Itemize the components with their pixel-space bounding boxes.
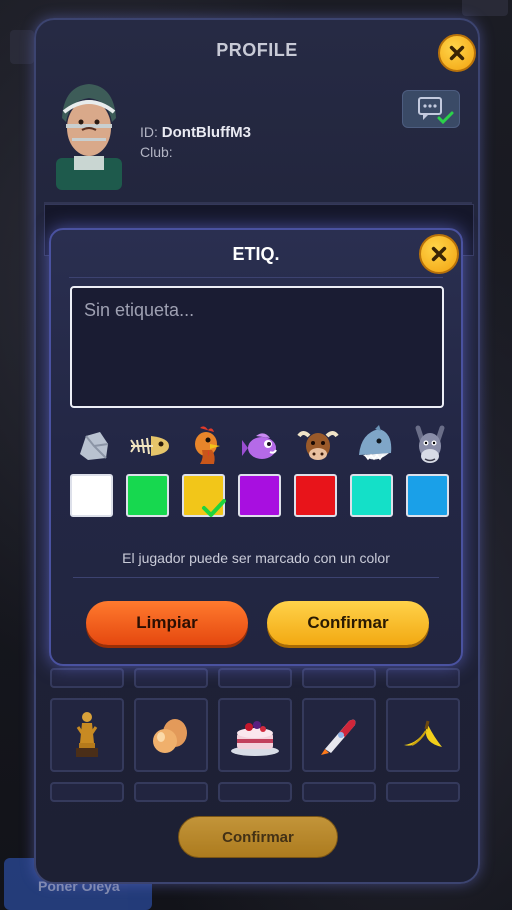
gift-cell	[302, 782, 376, 802]
avatar	[52, 78, 126, 190]
gift-cell	[218, 668, 292, 688]
cake-icon	[231, 721, 279, 756]
color-hint-text: El jugador puede ser marcado con un colo…	[122, 550, 390, 566]
gift-cell-rocket[interactable]	[302, 698, 376, 772]
clear-button[interactable]: Limpiar	[86, 601, 248, 645]
color-swatch[interactable]	[182, 474, 226, 517]
chat-icon	[418, 97, 454, 125]
profile-close-button[interactable]	[438, 34, 476, 72]
gift-grid-row-bottom	[50, 782, 460, 802]
chat-button[interactable]	[402, 90, 460, 128]
etiq-title: ETIQ.	[232, 244, 280, 264]
close-icon	[421, 236, 457, 272]
gift-cell	[134, 668, 208, 688]
color-swatch[interactable]	[70, 474, 113, 517]
color-swatch[interactable]	[126, 474, 169, 517]
animal-icon-row	[73, 424, 451, 468]
color-swatch[interactable]	[406, 474, 449, 517]
banana-peel-icon	[404, 720, 442, 747]
gift-cell-banana[interactable]	[386, 698, 460, 772]
chicken-icon[interactable]	[185, 424, 227, 468]
close-icon	[440, 36, 474, 70]
color-swatch[interactable]	[350, 474, 393, 517]
gift-grid-row	[50, 698, 460, 772]
confirm-button[interactable]: Confirmar	[267, 601, 429, 645]
tag-text-input[interactable]: Sin etiqueta...	[70, 286, 444, 408]
egg-icon	[153, 719, 187, 753]
username: DontBluffM3	[161, 124, 251, 141]
gift-cell	[134, 782, 208, 802]
fish-icon[interactable]	[241, 424, 283, 468]
gift-cell	[218, 782, 292, 802]
divider	[69, 277, 443, 278]
gift-cell	[386, 782, 460, 802]
color-swatch[interactable]	[294, 474, 337, 517]
club-label: Club:	[140, 144, 173, 160]
checkmark-icon	[202, 499, 226, 517]
gift-cell-cake[interactable]	[218, 698, 292, 772]
gift-cell	[50, 782, 124, 802]
gift-cell	[50, 668, 124, 688]
fish-bone-icon[interactable]	[129, 424, 171, 468]
etiq-dialog: ETIQ. Sin etiqueta... El jugador puede s…	[49, 228, 463, 666]
profile-title: PROFILE	[216, 40, 298, 60]
shark-icon[interactable]	[353, 424, 395, 468]
color-swatch[interactable]	[238, 474, 281, 517]
id-label: ID:	[140, 124, 158, 140]
gift-cell	[302, 668, 376, 688]
divider	[73, 577, 439, 578]
rock-icon[interactable]	[73, 424, 115, 468]
color-swatch-row	[70, 474, 449, 517]
bg-side-button	[10, 30, 34, 64]
profile-confirm-button[interactable]: Confirmar	[178, 816, 338, 858]
gift-cell	[386, 668, 460, 688]
gift-grid-row-top	[50, 668, 460, 688]
etiq-close-button[interactable]	[419, 234, 459, 274]
trophy-icon	[76, 712, 98, 757]
rocket-icon	[321, 719, 356, 755]
profile-id-row: ID: DontBluffM3	[140, 124, 251, 141]
donkey-icon[interactable]	[409, 424, 451, 468]
bg-top-button	[462, 0, 508, 16]
bull-icon[interactable]	[297, 424, 339, 468]
gift-cell-egg[interactable]	[134, 698, 208, 772]
gift-cell-trophy[interactable]	[50, 698, 124, 772]
